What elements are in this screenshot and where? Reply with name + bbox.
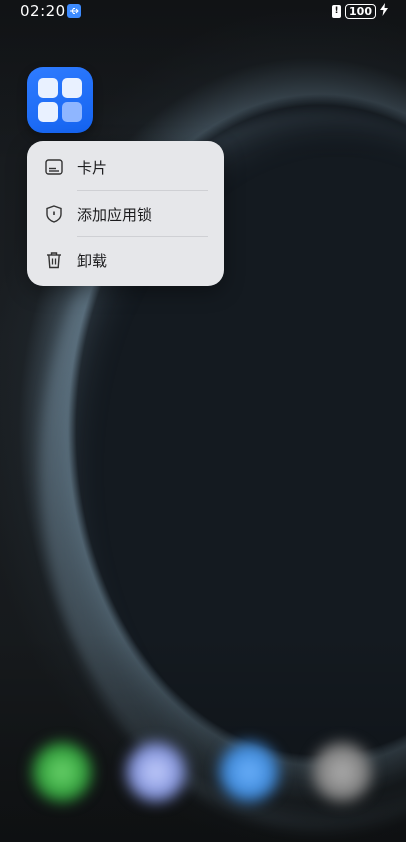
status-time: 02:20	[20, 2, 66, 20]
camera-icon[interactable]	[312, 742, 372, 802]
app-tile	[38, 102, 58, 122]
battery-level: 100	[349, 4, 372, 18]
shield-icon	[44, 204, 64, 224]
bolt-icon	[380, 3, 388, 19]
browser-icon[interactable]	[219, 742, 279, 802]
app-tile	[62, 102, 82, 122]
app-context-menu: 卡片 添加应用锁 卸载	[27, 141, 224, 286]
battery-indicator: 100	[345, 3, 376, 19]
status-right: ! 100	[332, 3, 388, 19]
messages-icon[interactable]	[126, 742, 186, 802]
card-icon	[44, 157, 64, 177]
menu-item-label: 添加应用锁	[77, 205, 153, 224]
battery-alert-icon: !	[332, 4, 342, 18]
app-grid-icon[interactable]	[27, 67, 93, 133]
menu-item-label: 卡片	[77, 158, 108, 177]
trash-icon	[44, 250, 64, 270]
menu-item-uninstall[interactable]: 卸载	[27, 237, 224, 283]
menu-item-card[interactable]: 卡片	[27, 144, 224, 190]
phone-icon[interactable]	[32, 742, 92, 802]
usb-icon	[67, 4, 81, 18]
home-screen: 02:20 ! 100 卡片 添加应用锁 卸载	[0, 0, 406, 842]
app-tile	[38, 78, 58, 98]
menu-item-label: 卸载	[77, 251, 108, 270]
menu-item-app-lock[interactable]: 添加应用锁	[27, 191, 224, 237]
app-tile	[62, 78, 82, 98]
status-bar: 02:20 ! 100	[0, 0, 406, 24]
